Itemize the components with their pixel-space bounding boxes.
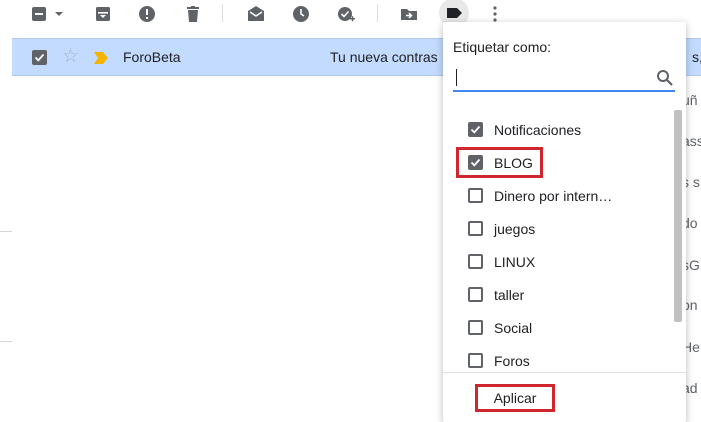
select-checkbox-icon	[32, 7, 63, 21]
label-name: Dinero por intern…	[494, 188, 613, 204]
more-icon	[493, 6, 497, 22]
label-name: Foros	[494, 353, 530, 369]
checkmark-icon	[470, 158, 481, 167]
text-caret	[456, 69, 457, 86]
label-name: taller	[494, 287, 525, 303]
divider	[443, 372, 686, 373]
label-item[interactable]: Notificaciones	[443, 114, 675, 147]
email-subject: Tu nueva contras	[330, 49, 438, 65]
snooze-button[interactable]	[286, 0, 316, 28]
row-checkbox[interactable]	[32, 50, 47, 65]
delete-icon	[187, 6, 199, 22]
label-checkbox[interactable]	[468, 221, 483, 236]
star-icon[interactable]: ☆	[62, 46, 79, 68]
mark-unread-button[interactable]	[241, 0, 271, 28]
label-checkbox[interactable]	[468, 353, 483, 368]
archive-icon	[96, 7, 110, 21]
label-checkbox-checked[interactable]	[468, 155, 483, 170]
checkmark-icon	[470, 125, 481, 134]
email-sender: ForoBeta	[123, 49, 181, 65]
label-name: LINUX	[494, 254, 536, 270]
label-item[interactable]: Social	[443, 312, 675, 345]
archive-button[interactable]	[88, 0, 118, 28]
divider	[0, 231, 12, 232]
label-name: Notificaciones	[494, 122, 582, 138]
add-to-tasks-button[interactable]	[331, 0, 361, 28]
mark-unread-icon	[248, 6, 264, 21]
move-to-button[interactable]	[394, 0, 424, 28]
label-checkbox[interactable]	[468, 287, 483, 302]
label-checkbox[interactable]	[468, 188, 483, 203]
toolbar-divider	[222, 4, 223, 22]
label-menu: Etiquetar como: Notificaciones BLOG Dine…	[443, 22, 686, 422]
select-checkbox-button[interactable]	[26, 0, 70, 28]
report-spam-button[interactable]	[132, 0, 162, 28]
delete-button[interactable]	[178, 0, 208, 28]
label-search-input[interactable]	[453, 66, 643, 88]
label-item[interactable]: Dinero por intern…	[443, 180, 675, 213]
label-list-scrollbar[interactable]	[674, 110, 682, 322]
label-list: Notificaciones BLOG Dinero por intern… j…	[443, 114, 675, 370]
label-search	[453, 64, 675, 92]
move-to-icon	[401, 9, 417, 20]
report-spam-icon	[139, 6, 155, 22]
label-item[interactable]: juegos	[443, 213, 675, 246]
snooze-icon	[293, 6, 309, 22]
toolbar-divider	[377, 4, 378, 22]
label-item[interactable]: BLOG	[443, 147, 675, 180]
label-name: Social	[494, 320, 533, 336]
checkmark-icon	[34, 53, 45, 62]
label-item[interactable]: Foros	[443, 345, 675, 370]
important-marker-icon[interactable]	[94, 51, 108, 69]
label-name: BLOG	[494, 155, 533, 171]
email-snippet-fragment: s, S	[692, 49, 701, 65]
label-checkbox-checked[interactable]	[468, 122, 483, 137]
label-name: juegos	[494, 221, 536, 237]
apply-button[interactable]: Aplicar	[475, 384, 555, 412]
apply-button-label: Aplicar	[493, 390, 537, 406]
labels-icon	[447, 8, 462, 18]
label-item[interactable]: taller	[443, 279, 675, 312]
label-checkbox[interactable]	[468, 320, 483, 335]
add-to-tasks-icon	[338, 7, 355, 22]
label-checkbox[interactable]	[468, 254, 483, 269]
search-icon[interactable]	[656, 69, 674, 87]
label-item[interactable]: LINUX	[443, 246, 675, 279]
label-menu-title: Etiquetar como:	[453, 39, 552, 55]
divider	[0, 341, 12, 342]
